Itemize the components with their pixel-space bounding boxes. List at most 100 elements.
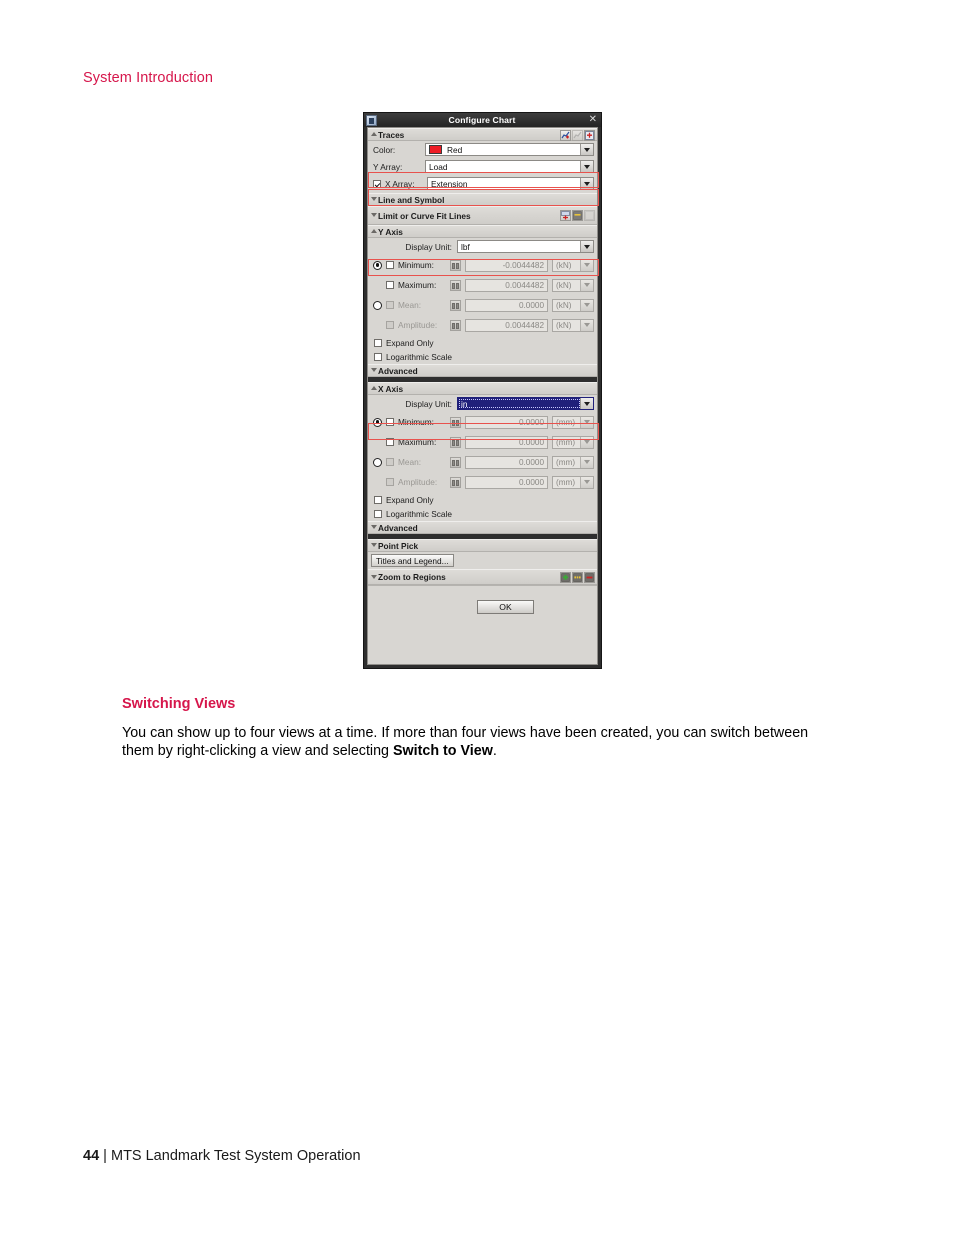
close-icon[interactable]: ✕	[589, 114, 597, 126]
trace-color-combo[interactable]: Red	[425, 143, 594, 156]
x-axis-minimum-unit-combo[interactable]: (mm)	[552, 415, 594, 429]
y-axis-minimum-checkbox[interactable]	[386, 261, 394, 269]
x-axis-amplitude-value[interactable]: 0.0000	[465, 475, 548, 489]
section-header-zoom-to-regions[interactable]: Zoom to Regions	[368, 569, 597, 585]
section-header-y-axis[interactable]: Y Axis	[368, 225, 597, 238]
y-axis-amplitude-pick-icon[interactable]	[450, 319, 461, 331]
x-axis-amplitude-checkbox[interactable]	[386, 478, 394, 486]
chevron-down-icon[interactable]	[580, 161, 593, 172]
remove-limit-line-icon[interactable]	[584, 210, 595, 221]
x-axis-minimum-value[interactable]: 0.0000	[465, 415, 548, 429]
chevron-down-icon	[371, 197, 377, 201]
trace-x-array-checkbox[interactable]	[373, 179, 381, 188]
y-axis-maximum-value[interactable]: 0.0044482	[465, 278, 548, 292]
x-axis-mean-checkbox[interactable]	[386, 458, 394, 466]
y-axis-maximum-unit-combo[interactable]: (kN)	[552, 278, 594, 292]
remove-trace-icon[interactable]	[584, 130, 595, 141]
ok-button[interactable]: OK	[477, 600, 534, 614]
section-header-x-axis[interactable]: X Axis	[368, 382, 597, 395]
y-axis-amplitude-checkbox[interactable]	[386, 321, 394, 329]
x-axis-amplitude-unit-combo[interactable]: (mm)	[552, 475, 594, 489]
add-region-icon[interactable]	[560, 572, 571, 583]
y-axis-expand-only-checkbox[interactable]	[374, 338, 382, 347]
section-header-traces[interactable]: Traces	[368, 128, 597, 141]
y-axis-minimum-pick-icon[interactable]	[450, 259, 461, 271]
y-axis-maximum-pick-icon[interactable]	[450, 279, 461, 291]
trace-color-value: Red	[447, 144, 463, 155]
section-label-y-axis: Y Axis	[378, 226, 403, 237]
section-header-advanced-y[interactable]: Advanced	[368, 364, 597, 377]
x-axis-maximum-value[interactable]: 0.0000	[465, 435, 548, 449]
chevron-down-icon[interactable]	[580, 241, 593, 252]
chevron-down-icon[interactable]	[580, 319, 593, 331]
section-header-point-pick[interactable]: Point Pick	[368, 539, 597, 552]
x-axis-mean-unit-combo[interactable]: (mm)	[552, 455, 594, 469]
y-axis-amplitude-label: Amplitude:	[398, 320, 438, 330]
chevron-down-icon[interactable]	[580, 436, 593, 448]
titles-and-legend-button[interactable]: Titles and Legend...	[371, 554, 454, 567]
trace-y-array-combo[interactable]: Load	[425, 160, 594, 173]
add-trace-icon[interactable]	[560, 130, 571, 141]
section-header-advanced-x[interactable]: Advanced	[368, 521, 597, 534]
chevron-down-icon[interactable]	[580, 398, 593, 409]
y-axis-minimum-unit-combo[interactable]: (kN)	[552, 258, 594, 272]
chevron-up-icon	[371, 229, 377, 233]
x-axis-minimum-pick-icon[interactable]	[450, 416, 461, 428]
y-axis-maximum-row: Maximum: 0.0044482 (kN)	[368, 275, 597, 295]
y-axis-expand-only-row[interactable]: Expand Only	[368, 335, 597, 350]
chevron-down-icon[interactable]	[580, 144, 593, 155]
section-label-traces: Traces	[378, 129, 405, 140]
add-limit-line-icon[interactable]	[560, 210, 571, 221]
y-axis-amplitude-value[interactable]: 0.0044482	[465, 318, 548, 332]
x-axis-expand-only-checkbox[interactable]	[374, 495, 382, 504]
x-axis-maximum-unit: (mm)	[556, 437, 576, 447]
x-axis-log-scale-checkbox[interactable]	[374, 510, 382, 518]
remove-region-icon[interactable]	[584, 572, 595, 583]
y-axis-mean-pick-icon[interactable]	[450, 299, 461, 311]
section-header-line-and-symbol[interactable]: Line and Symbol	[368, 193, 597, 206]
y-axis-log-scale-row[interactable]: Logarithmic Scale	[368, 350, 597, 364]
y-axis-meanamp-radio[interactable]	[373, 300, 382, 310]
page-body-paragraph: You can show up to four views at a time.…	[122, 725, 822, 760]
y-axis-mean-unit-combo[interactable]: (kN)	[552, 298, 594, 312]
y-axis-mean-value[interactable]: 0.0000	[465, 298, 548, 312]
trace-x-array-combo[interactable]: Extension	[427, 177, 594, 190]
footer-separator: |	[103, 1148, 107, 1164]
y-axis-log-scale-checkbox[interactable]	[374, 353, 382, 361]
x-axis-display-unit-combo[interactable]: in	[457, 397, 594, 410]
x-axis-minimum-row: Minimum: 0.0000 (mm)	[368, 412, 597, 432]
body-text-bold: Switch to View	[392, 742, 493, 759]
y-axis-amplitude-unit-combo[interactable]: (kN)	[552, 318, 594, 332]
x-axis-maximum-unit-combo[interactable]: (mm)	[552, 435, 594, 449]
x-axis-mean-value[interactable]: 0.0000	[465, 455, 548, 469]
y-axis-maximum-checkbox[interactable]	[386, 281, 394, 289]
x-axis-mean-pick-icon[interactable]	[450, 456, 461, 468]
x-axis-meanamp-radio[interactable]	[373, 457, 382, 467]
y-axis-minmax-radio[interactable]	[373, 260, 382, 270]
chevron-down-icon[interactable]	[580, 456, 593, 468]
chevron-down-icon[interactable]	[580, 299, 593, 311]
y-axis-display-unit-combo[interactable]: lbf	[457, 240, 594, 253]
y-axis-minimum-value[interactable]: -0.0044482	[465, 258, 548, 272]
edit-region-icon[interactable]	[572, 572, 583, 583]
chevron-down-icon[interactable]	[580, 178, 593, 189]
chevron-down-icon[interactable]	[580, 416, 593, 428]
x-axis-maximum-pick-icon[interactable]	[450, 436, 461, 448]
edit-trace-icon[interactable]	[572, 130, 583, 141]
chevron-down-icon[interactable]	[580, 279, 593, 291]
x-axis-mean-label: Mean:	[398, 457, 422, 467]
edit-limit-line-icon[interactable]	[572, 210, 583, 221]
x-axis-expand-only-row[interactable]: Expand Only	[368, 492, 597, 507]
x-axis-maximum-checkbox[interactable]	[386, 438, 394, 446]
y-axis-mean-checkbox[interactable]	[386, 301, 394, 309]
x-axis-minmax-radio[interactable]	[373, 417, 382, 427]
x-axis-amplitude-pick-icon[interactable]	[450, 476, 461, 488]
window-app-icon	[366, 114, 377, 126]
x-axis-mean-row: Mean: 0.0000 (mm)	[368, 452, 597, 472]
chevron-down-icon[interactable]	[580, 259, 593, 271]
x-axis-minimum-checkbox[interactable]	[386, 418, 394, 426]
section-header-limit-curve-fit-lines[interactable]: Limit or Curve Fit Lines	[368, 206, 597, 225]
x-axis-log-scale-row[interactable]: Logarithmic Scale	[368, 507, 597, 521]
y-axis-expand-only-label: Expand Only	[386, 337, 434, 348]
chevron-down-icon[interactable]	[580, 476, 593, 488]
